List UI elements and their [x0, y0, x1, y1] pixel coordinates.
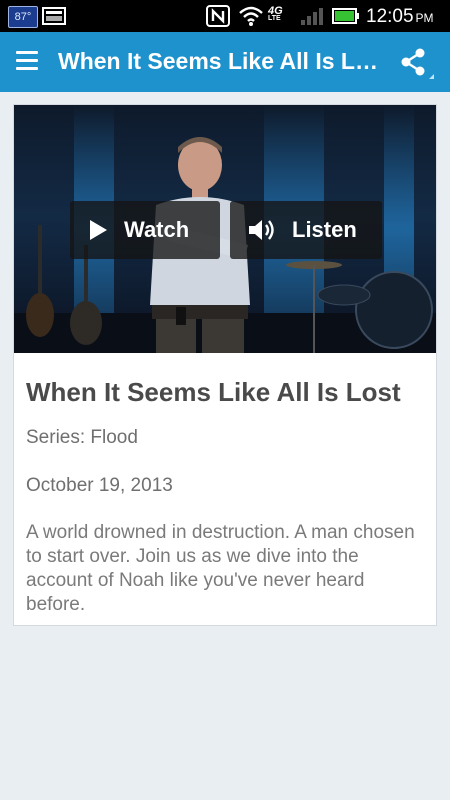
listen-label: Listen	[292, 217, 357, 242]
listen-button[interactable]: Listen	[230, 201, 382, 259]
network-subtype-label: LTE	[268, 15, 281, 22]
battery-icon	[332, 8, 359, 24]
play-icon	[88, 219, 108, 241]
app-bar-title: When It Seems Like All Is Lost	[58, 48, 378, 74]
share-icon[interactable]	[396, 46, 436, 80]
nfc-icon	[206, 5, 230, 27]
watch-label: Watch	[124, 217, 190, 242]
signal-strength-icon	[301, 8, 323, 25]
watch-button[interactable]: Watch	[70, 201, 220, 259]
status-clock: 12:05 PM	[366, 6, 434, 28]
speaker-icon	[248, 219, 276, 241]
sermon-title: When It Seems Like All Is Lost	[26, 377, 401, 407]
clock-ampm: PM	[415, 11, 434, 25]
sermon-date: October 19, 2013	[26, 475, 173, 496]
sermon-description: A world drowned in destruction. A man ch…	[26, 522, 415, 615]
video-thumbnail[interactable]: Watch Listen	[14, 105, 436, 353]
clock-time: 12:05	[366, 6, 414, 27]
weather-temperature-badge: 87°	[8, 6, 38, 28]
sermon-series: Series: Flood	[26, 427, 138, 448]
gallery-notification-icon	[42, 7, 66, 25]
network-type-icon: 4G LTE	[268, 5, 283, 22]
wifi-icon	[239, 6, 263, 26]
drum-kit-image	[286, 261, 433, 353]
status-bar: 87° 4G LTE 12:05 PM	[0, 0, 450, 32]
hamburger-menu-icon[interactable]	[16, 51, 38, 73]
sermon-card: Watch Listen When It Seems Like All Is L…	[13, 104, 437, 626]
app-bar: When It Seems Like All Is Lost	[0, 32, 450, 92]
